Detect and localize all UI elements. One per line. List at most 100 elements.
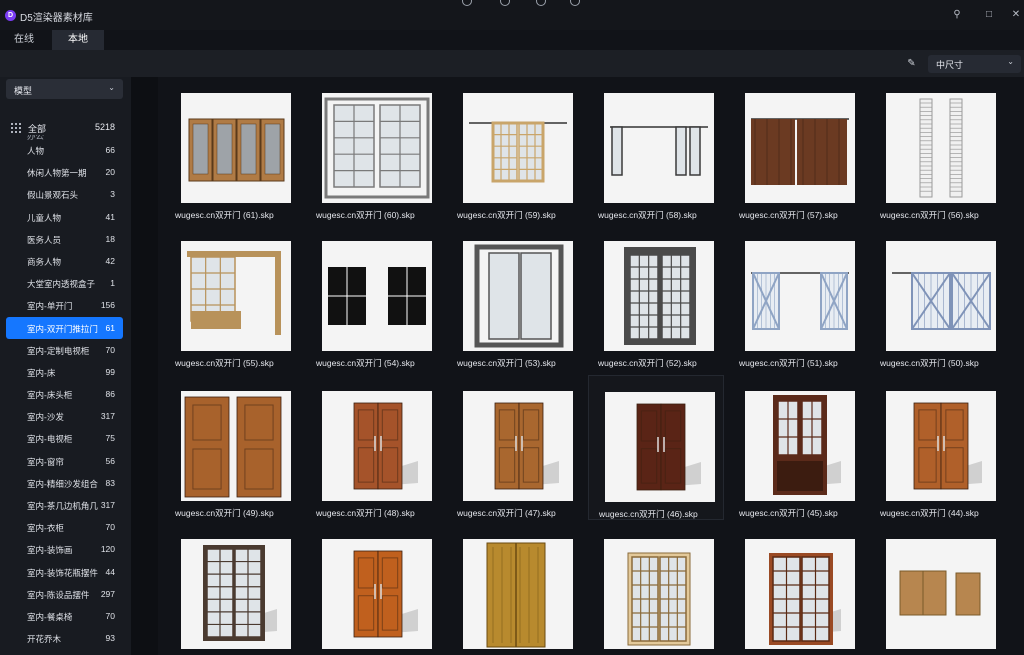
sidebar-item-label: 室内-定制电视柜 xyxy=(27,345,90,356)
sidebar-item-category[interactable]: 室内-双开门推拉门 61 xyxy=(6,316,123,339)
asset-card[interactable]: wugesc.cn双开门 (60).skp xyxy=(306,77,442,222)
edit-icon[interactable]: ✎ xyxy=(904,56,919,71)
asset-name: wugesc.cn双开门 (44).skp xyxy=(880,508,979,518)
sidebar-item-category[interactable]: 室内-电视柜 75 xyxy=(6,427,123,449)
sidebar-item-count: 42 xyxy=(105,255,115,266)
asset-card[interactable]: wugesc.cn双开门 (53).skp xyxy=(447,225,583,370)
sidebar-item-count: 61 xyxy=(105,322,115,333)
sidebar-item-count: 41 xyxy=(105,211,115,222)
sidebar-item-label: 人物 xyxy=(27,146,45,156)
asset-card[interactable]: wugesc.cn双开门 (47).skp xyxy=(447,375,583,520)
thumbnail-size-select[interactable]: 中尺寸 ⌄ xyxy=(928,55,1021,73)
asset-card[interactable]: wugesc.cn双开门 (54).skp xyxy=(306,225,442,370)
category-all-count: 5218 xyxy=(94,122,115,132)
share-icon[interactable] xyxy=(500,0,510,6)
asset-name: wugesc.cn双开门 (48).skp xyxy=(316,508,415,518)
asset-card[interactable] xyxy=(588,523,724,655)
sidebar-item-count: 93 xyxy=(105,633,115,644)
asset-card[interactable]: wugesc.cn双开门 (46).skp xyxy=(588,375,724,520)
asset-card[interactable]: wugesc.cn双开门 (58).skp xyxy=(588,77,724,222)
asset-card[interactable]: wugesc.cn双开门 (44).skp xyxy=(870,375,1006,520)
asset-card[interactable] xyxy=(306,523,442,655)
asset-card[interactable]: wugesc.cn双开门 (55).skp xyxy=(165,225,301,370)
category-all[interactable]: 全部 5218 xyxy=(6,121,123,135)
asset-name: wugesc.cn双开门 (49).skp xyxy=(175,508,274,518)
sidebar-item-count: 156 xyxy=(100,300,115,311)
asset-card[interactable]: wugesc.cn双开门 (51).skp xyxy=(729,225,865,370)
asset-card[interactable] xyxy=(447,523,583,655)
asset-thumbnail xyxy=(181,391,291,501)
sidebar-item-label: 室内-茶几边机角几 xyxy=(27,501,98,511)
sidebar-item-label: 室内-陈设品摆件 xyxy=(27,589,90,600)
sidebar-item-label: 室内-电视柜 xyxy=(27,434,73,445)
sidebar-item-category[interactable]: 室内-精细沙发组合 83 xyxy=(6,472,123,494)
sidebar-item-category[interactable]: 室内-沙发 317 xyxy=(6,405,123,427)
asset-name: wugesc.cn双开门 (53).skp xyxy=(457,358,556,368)
asset-name: wugesc.cn双开门 (55).skp xyxy=(175,358,274,368)
asset-thumbnail xyxy=(745,539,855,649)
sidebar-item-category[interactable]: 室内-餐桌椅 70 xyxy=(6,605,123,627)
asset-card[interactable]: wugesc.cn双开门 (57).skp xyxy=(729,77,865,222)
sidebar-item-category[interactable]: 商务人物 42 xyxy=(6,250,123,272)
sidebar-item-category[interactable]: 室内-床头柜 86 xyxy=(6,383,123,405)
asset-thumbnail xyxy=(886,391,996,501)
sidebar-item-label: 开花乔木 xyxy=(27,634,62,645)
sidebar-item-category[interactable]: 休闲人物第一期 20 xyxy=(6,161,123,183)
maximize-icon[interactable]: □ xyxy=(983,9,995,21)
sidebar-item-label: 假山景观石头 xyxy=(27,190,79,201)
sidebar-item-category[interactable]: 室内-窗帘 56 xyxy=(6,450,123,472)
asset-card[interactable]: wugesc.cn双开门 (52).skp xyxy=(588,225,724,370)
asset-thumbnail xyxy=(886,539,996,649)
sidebar-item-category[interactable]: 室内-床 99 xyxy=(6,361,123,383)
asset-card[interactable] xyxy=(870,523,1006,655)
asset-thumbnail xyxy=(322,93,432,203)
asset-thumbnail xyxy=(745,241,855,351)
asset-name: wugesc.cn双开门 (59).skp xyxy=(457,210,556,220)
sidebar-item-category[interactable]: 室内-装饰画 120 xyxy=(6,538,123,560)
asset-card[interactable] xyxy=(729,523,865,655)
tab-online[interactable]: 在线 xyxy=(0,30,48,50)
asset-card[interactable]: wugesc.cn双开门 (61).skp xyxy=(165,77,301,222)
asset-thumbnail xyxy=(322,241,432,351)
asset-card[interactable] xyxy=(165,523,301,655)
sidebar-item-category[interactable]: 室内-陈设品摆件 297 xyxy=(6,583,123,605)
pin-icon[interactable]: ⚲ xyxy=(951,9,963,21)
asset-card[interactable]: wugesc.cn双开门 (45).skp xyxy=(729,375,865,520)
tab-local[interactable]: 本地 xyxy=(52,30,104,50)
asset-name: wugesc.cn双开门 (54).skp xyxy=(316,358,415,368)
refresh-icon[interactable] xyxy=(570,0,580,6)
asset-card[interactable]: wugesc.cn双开门 (56).skp xyxy=(870,77,1006,222)
tab-bar: 在线 本地 xyxy=(0,30,1024,50)
sidebar-item-category[interactable]: 室内-装饰花瓶摆件 44 xyxy=(6,561,123,583)
category-all-label: 全部 xyxy=(28,124,47,134)
sidebar-item-count: 66 xyxy=(105,145,115,155)
sidebar-item-count: 3 xyxy=(110,189,115,200)
asset-thumbnail xyxy=(604,241,714,351)
sidebar-item-category[interactable]: 医务人员 18 xyxy=(6,228,123,250)
close-icon[interactable]: ✕ xyxy=(1010,9,1022,21)
sidebar-item-category[interactable]: 室内-定制电视柜 70 xyxy=(6,339,123,361)
sidebar-item-count: 297 xyxy=(100,588,115,599)
figure-icon[interactable] xyxy=(462,0,472,6)
sidebar-item-category[interactable]: 儿童人物 41 xyxy=(6,206,123,228)
sidebar-item-count: 120 xyxy=(100,544,115,555)
asset-card[interactable]: wugesc.cn双开门 (49).skp xyxy=(165,375,301,520)
asset-card[interactable]: wugesc.cn双开门 (48).skp xyxy=(306,375,442,520)
sidebar-item-count: 99 xyxy=(105,366,115,377)
sidebar-item-category[interactable]: 室内-茶几边机角几 317 xyxy=(6,494,123,516)
sidebar-item-category[interactable]: 室内-单开门 156 xyxy=(6,294,123,316)
asset-thumbnail xyxy=(322,391,432,501)
sidebar-item-category[interactable]: 开花乔木 93 xyxy=(6,627,123,649)
asset-thumbnail xyxy=(886,93,996,203)
sidebar-item-label: 室内-装饰画 xyxy=(27,545,73,556)
category-sidebar: 模型 ⌄ 全部 5218 办公 人物 66 休闲人物第一期 20 假山景观石头 3 儿童人物… xyxy=(0,77,131,655)
category-type-select[interactable]: 模型 ⌄ xyxy=(6,79,123,99)
sidebar-item-category[interactable]: 人物 66 xyxy=(6,139,123,161)
asset-card[interactable]: wugesc.cn双开门 (50).skp xyxy=(870,225,1006,370)
sidebar-item-category[interactable]: 室内-衣柜 70 xyxy=(6,516,123,538)
sidebar-item-category[interactable]: 假山景观石头 3 xyxy=(6,183,123,205)
chat-icon[interactable] xyxy=(536,0,546,6)
sidebar-item-count: 317 xyxy=(100,500,115,510)
asset-card[interactable]: wugesc.cn双开门 (59).skp xyxy=(447,77,583,222)
sidebar-item-category[interactable]: 大堂室内透视盒子 1 xyxy=(6,272,123,294)
